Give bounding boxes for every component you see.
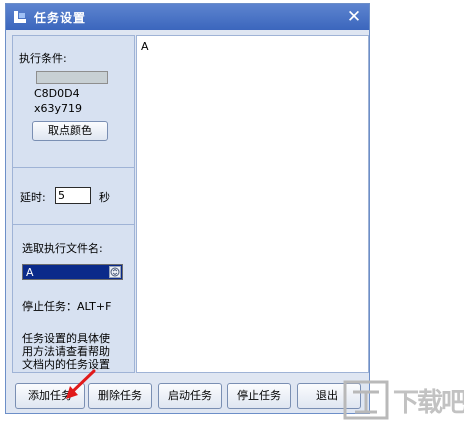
window-title: 任务设置 xyxy=(34,11,87,25)
pointer-arrow-icon xyxy=(66,369,96,399)
divider xyxy=(13,167,134,168)
color-swatch xyxy=(36,71,108,84)
delay-input[interactable]: 5 xyxy=(55,187,91,204)
file-label: 选取执行文件名: xyxy=(22,242,103,255)
stop-hotkey-text: 停止任务：ALT+F xyxy=(22,300,112,313)
watermark-text: 下载吧 xyxy=(393,388,464,418)
condition-label: 执行条件: xyxy=(19,52,67,65)
editor-content: A xyxy=(141,40,149,53)
delay-label: 延时: xyxy=(20,191,46,204)
delay-unit: 秒 xyxy=(99,191,110,204)
file-select[interactable]: A xyxy=(22,264,123,280)
close-button[interactable]: ✕ xyxy=(345,8,363,26)
script-editor[interactable]: A xyxy=(136,35,369,373)
task-settings-window: 任务设置 ✕ 执行条件: C8D0D4 x63y719 取点颜色 延时: 5 秒… xyxy=(5,3,370,414)
color-value: C8D0D4 xyxy=(34,87,80,100)
divider xyxy=(13,224,134,225)
close-icon: ✕ xyxy=(346,7,362,27)
dropdown-arrow[interactable] xyxy=(109,266,121,278)
app-icon xyxy=(14,11,26,23)
title-bar: 任务设置 ✕ xyxy=(6,4,369,30)
settings-panel: 执行条件: C8D0D4 x63y719 取点颜色 延时: 5 秒 选取执行文件… xyxy=(12,35,135,373)
watermark-logo xyxy=(343,380,389,420)
start-task-button[interactable]: 启动任务 xyxy=(158,383,222,409)
chevron-updown-icon xyxy=(110,267,120,277)
watermark: 下载吧 xyxy=(335,372,464,428)
file-select-value: A xyxy=(26,266,34,279)
pick-color-button[interactable]: 取点颜色 xyxy=(32,121,108,141)
coordinate-value: x63y719 xyxy=(34,102,83,115)
stop-task-button[interactable]: 停止任务 xyxy=(227,383,291,409)
